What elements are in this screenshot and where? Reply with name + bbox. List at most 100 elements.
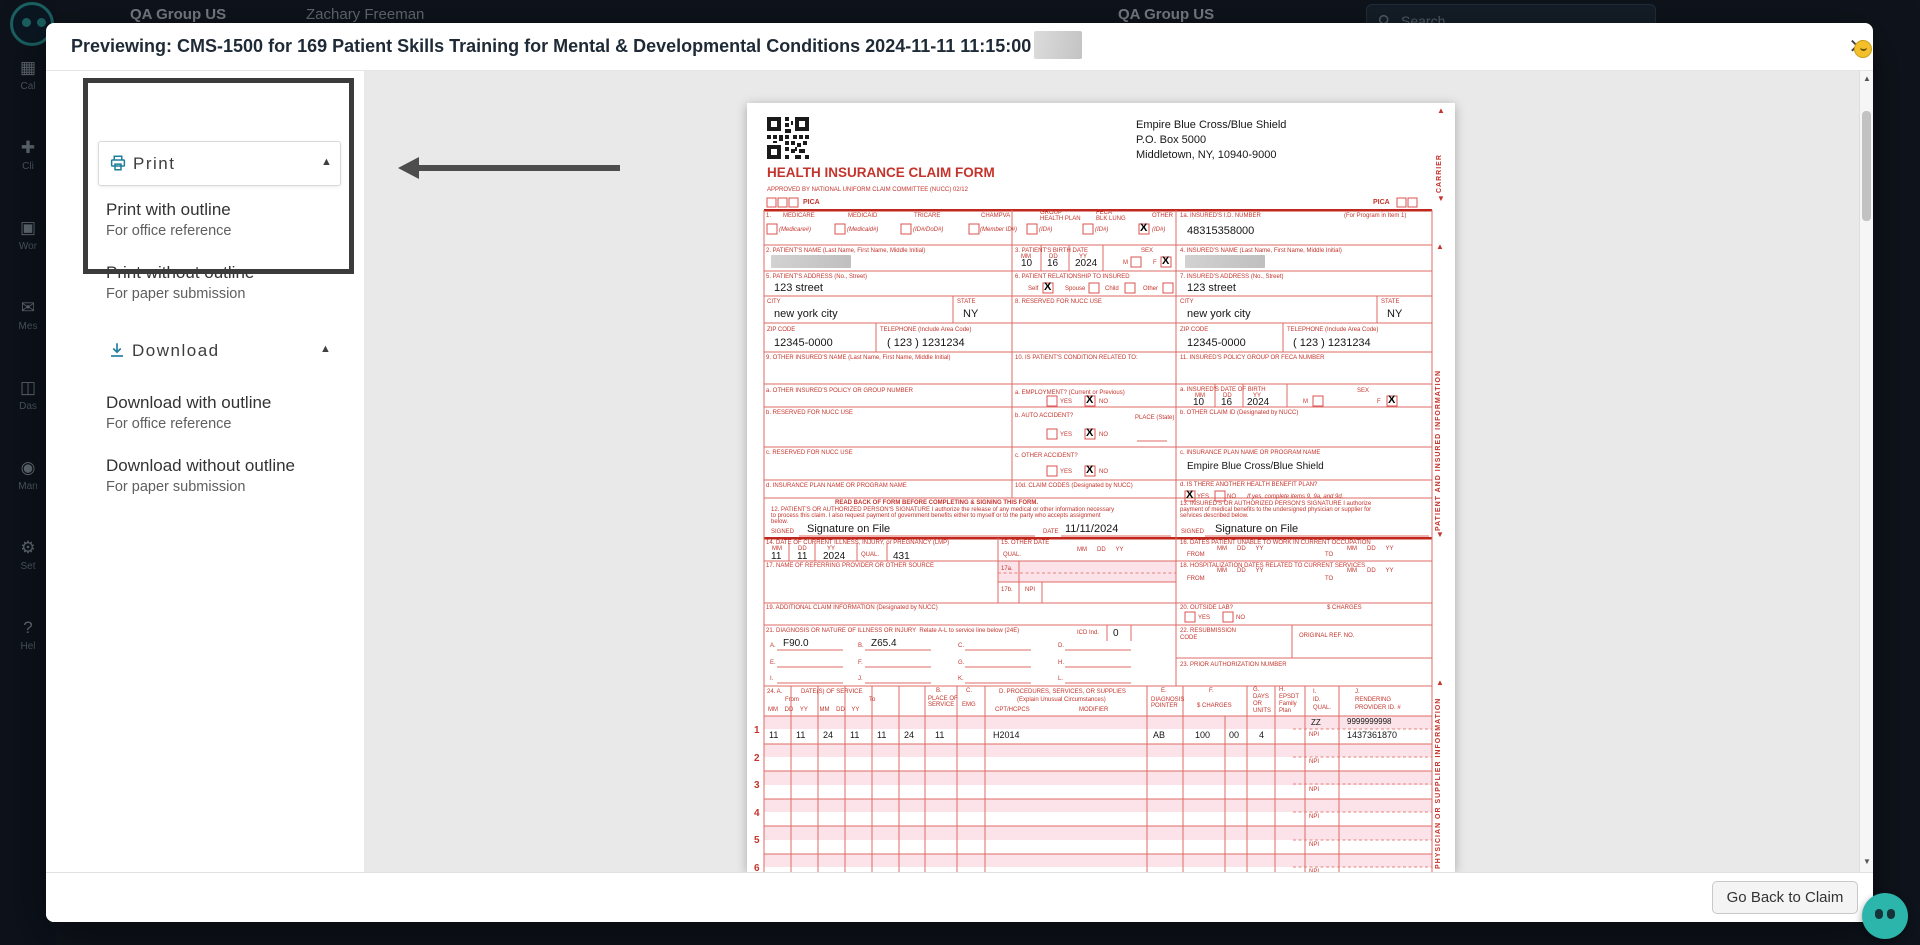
scroll-up-icon[interactable]: ▲ — [1860, 74, 1873, 83]
f21-label: 21. DIAGNOSIS OR NATURE OF ILLNESS OR IN… — [766, 628, 1019, 634]
f1-tricare-sub: (ID#/DoD#) — [913, 227, 943, 233]
f11a-yy-value: 2024 — [1247, 397, 1269, 408]
f10c-no-checked: X — [1086, 465, 1093, 476]
f2-value-redacted — [771, 255, 851, 268]
f1-feca-sub: (ID#) — [1095, 227, 1108, 233]
f1-medicare: MEDICARE — [783, 213, 815, 220]
f21-e-label: E. — [770, 660, 776, 667]
f16-to-label: TO — [1325, 552, 1333, 559]
svc1-to-dd: 11 — [877, 730, 886, 740]
f15-qual-label: QUAL. — [1003, 552, 1021, 559]
preview-scrollbar[interactable]: ▲ ▼ — [1859, 71, 1873, 872]
go-back-to-claim-button[interactable]: Go Back to Claim — [1712, 881, 1858, 914]
h24-a: 24. A. — [767, 689, 782, 696]
f1-other-sub: (ID#) — [1152, 227, 1165, 233]
f11c-value: Empire Blue Cross/Blue Shield — [1187, 461, 1324, 472]
f18-from-label: FROM — [1187, 576, 1205, 583]
f18-mdy: MM DD YY — [1217, 568, 1264, 574]
f1-number: 1. — [766, 213, 771, 220]
f1-medicaid-sub: (Medicaid#) — [847, 227, 878, 233]
f14-yy-value: 2024 — [823, 551, 845, 562]
f21-k-label: K. — [958, 676, 964, 683]
f1-medicare-sub: (Medicare#) — [779, 227, 811, 233]
f9a-label: a. OTHER INSURED'S POLICY OR GROUP NUMBE… — [766, 388, 913, 395]
insured-city-label: CITY — [1180, 299, 1194, 306]
f9-label: 9. OTHER INSURED'S NAME (Last Name, Firs… — [766, 355, 951, 362]
band-arrow-icon: ▲ — [1436, 243, 1444, 252]
f10b-no-label: NO — [1099, 432, 1108, 439]
f1-medicaid: MEDICAID — [848, 213, 877, 220]
f13-text: 13. INSURED'S OR AUTHORIZED PERSON'S SIG… — [1180, 501, 1371, 519]
f10b-yes-label: YES — [1060, 432, 1072, 439]
f16-mdy2: MM DD YY — [1347, 546, 1394, 552]
svc4-npi-label: NPI — [1309, 814, 1319, 821]
svc2-npi-label: NPI — [1309, 759, 1319, 766]
f16-mdy: MM DD YY — [1217, 546, 1264, 552]
f12-date-label: DATE — [1043, 529, 1059, 536]
f12-signed-label: SIGNED — [771, 529, 794, 536]
f21-g-label: G. — [958, 660, 964, 667]
chevron-up-icon[interactable]: ▲ — [320, 343, 331, 355]
f21-i-label: I. — [770, 676, 773, 683]
h24-to: To — [869, 697, 875, 703]
f21-j-label: J. — [858, 676, 863, 683]
h24-diag: DIAGNOSIS POINTER — [1151, 697, 1184, 709]
patient-zip-value: 12345-0000 — [774, 337, 833, 349]
download-icon — [108, 341, 126, 364]
modal-header: Previewing: CMS-1500 for 169 Patient Ski… — [46, 23, 1873, 71]
f22-label: 22. RESUBMISSION CODE — [1180, 628, 1236, 641]
svc1-charges-dollars: 100 — [1195, 730, 1210, 740]
f14-label: 14. DATE OF CURRENT ILLNESS, INJURY, or … — [766, 540, 949, 546]
svc3-npi-label: NPI — [1309, 787, 1319, 794]
svc5-npi-label: NPI — [1309, 842, 1319, 849]
payer-po-box: P.O. Box 5000 — [1136, 134, 1206, 146]
download-with-outline-subtitle: For office reference — [106, 416, 231, 432]
svc-line-1: 1 — [754, 725, 760, 736]
download-without-outline-option[interactable]: Download without outline — [106, 456, 295, 476]
f11a-male-label: M — [1303, 399, 1308, 406]
scroll-down-icon[interactable]: ▼ — [1860, 857, 1873, 866]
h24-charges: $ CHARGES — [1197, 703, 1232, 710]
f11d-note: If yes, complete items 9, 9a, and 9d. — [1247, 494, 1343, 500]
payer-city-state-zip: Middletown, NY, 10940-9000 — [1136, 149, 1276, 161]
h24-mmyy: MM DD YY MM DD YY — [768, 707, 859, 713]
f10c-yes-label: YES — [1060, 469, 1072, 476]
f1a-value: 48315358000 — [1187, 225, 1254, 237]
svc1-cpt: H2014 — [993, 730, 1020, 740]
download-without-outline-subtitle: For paper submission — [106, 479, 245, 495]
h24-cpt: CPT/HCPCS — [995, 707, 1030, 714]
chat-widget-button[interactable] — [1862, 893, 1908, 939]
f10c-no-label: NO — [1099, 469, 1108, 476]
preview-modal: Previewing: CMS-1500 for 169 Patient Ski… — [46, 23, 1873, 922]
f20-label: 20. OUTSIDE LAB? — [1180, 605, 1233, 612]
patient-phone-label: TELEPHONE (Include Area Code) — [880, 327, 971, 334]
f13-signed-label: SIGNED — [1181, 529, 1204, 536]
f10-label: 10. IS PATIENT'S CONDITION RELATED TO: — [1015, 355, 1138, 362]
modal-footer: Go Back to Claim — [46, 872, 1873, 922]
f18-to-label: TO — [1325, 576, 1333, 583]
f10a-no-checked: X — [1086, 395, 1093, 406]
f3-female-checked: X — [1162, 256, 1169, 267]
svc1-charges-cents: 00 — [1229, 730, 1239, 740]
h24-i: I. ID. QUAL. — [1313, 689, 1331, 712]
svc1-to-yy: 24 — [904, 730, 914, 740]
f1-group-sub: (ID#) — [1039, 227, 1052, 233]
insured-state-value: NY — [1387, 308, 1402, 320]
svc1-from-mm: 11 — [769, 730, 778, 740]
pica-label: PICA — [803, 199, 820, 207]
download-with-outline-option[interactable]: Download with outline — [106, 393, 271, 413]
f12-signature-value: Signature on File — [807, 523, 890, 535]
h24-e: E. — [1161, 688, 1167, 695]
patient-state-label: STATE — [957, 299, 975, 306]
f23-label: 23. PRIOR AUTHORIZATION NUMBER — [1180, 662, 1287, 669]
insured-state-label: STATE — [1381, 299, 1399, 306]
patient-state-value: NY — [963, 308, 978, 320]
patient-insured-band: PATIENT AND INSURED INFORMATION — [1435, 255, 1443, 531]
patient-city-label: CITY — [767, 299, 781, 306]
f21-l-label: L. — [1058, 676, 1063, 683]
f8-label: 8. RESERVED FOR NUCC USE — [1015, 299, 1102, 306]
download-section-header[interactable]: Download ▲ — [98, 329, 341, 374]
scrollbar-thumb[interactable] — [1862, 111, 1871, 221]
f3-yy-value: 2024 — [1075, 258, 1097, 269]
f11a-dd-value: 16 — [1221, 397, 1232, 408]
